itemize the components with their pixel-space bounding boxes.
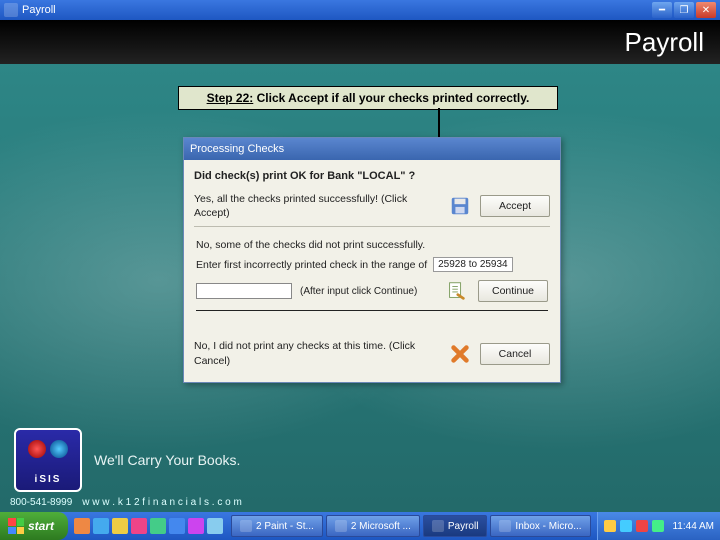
ql-icon[interactable] bbox=[74, 518, 90, 534]
close-button[interactable]: ✕ bbox=[696, 2, 716, 18]
taskbar-clock: 11:44 AM bbox=[672, 521, 714, 532]
after-input-text: (After input click Continue) bbox=[300, 286, 417, 297]
check-number-input[interactable] bbox=[196, 283, 292, 299]
tray-icon[interactable] bbox=[652, 520, 664, 532]
cancel-button[interactable]: Cancel bbox=[480, 343, 550, 365]
taskbar-task[interactable]: 2 Microsoft ... bbox=[326, 515, 420, 537]
taskbar-task[interactable]: Inbox - Micro... bbox=[490, 515, 590, 537]
divider bbox=[194, 226, 550, 227]
taskbar-task[interactable]: 2 Paint - St... bbox=[231, 515, 323, 537]
processing-checks-dialog: Processing Checks Did check(s) print OK … bbox=[183, 137, 561, 383]
taskbar-tasks: 2 Paint - St... 2 Microsoft ... Payroll … bbox=[231, 515, 597, 537]
no-none-text: No, I did not print any checks at this t… bbox=[194, 339, 440, 367]
ql-icon[interactable] bbox=[93, 518, 109, 534]
ql-icon[interactable] bbox=[207, 518, 223, 534]
isis-logo: iSIS bbox=[14, 428, 82, 492]
windows-logo-icon bbox=[8, 518, 24, 534]
quick-launch bbox=[74, 518, 223, 534]
tray-icon[interactable] bbox=[636, 520, 648, 532]
start-button[interactable]: start bbox=[0, 512, 68, 540]
no-some-text: No, some of the checks did not print suc… bbox=[196, 239, 548, 251]
enter-range-text: Enter first incorrectly printed check in… bbox=[196, 259, 427, 271]
dialog-title: Processing Checks bbox=[190, 143, 284, 155]
continue-button[interactable]: Continue bbox=[478, 280, 548, 302]
header-title: Payroll bbox=[625, 27, 704, 58]
check-range: 25928 to 25934 bbox=[433, 257, 513, 272]
cancel-x-icon bbox=[446, 341, 474, 367]
maximize-button[interactable]: ❐ bbox=[674, 2, 694, 18]
ql-icon[interactable] bbox=[112, 518, 128, 534]
step-text: Click Accept if all your checks printed … bbox=[253, 91, 529, 105]
ql-icon[interactable] bbox=[188, 518, 204, 534]
app-title: Payroll bbox=[22, 4, 56, 16]
contact-row: 800-541-8999 w w w . k 1 2 f i n a n c i… bbox=[10, 497, 242, 508]
app-titlebar: Payroll ━ ❐ ✕ bbox=[0, 0, 720, 20]
save-icon bbox=[446, 193, 474, 219]
ql-icon[interactable] bbox=[169, 518, 185, 534]
header-strip: Payroll bbox=[0, 20, 720, 64]
app-icon bbox=[4, 3, 18, 17]
dialog-question: Did check(s) print OK for Bank "LOCAL" ? bbox=[194, 170, 550, 182]
taskbar-task-active[interactable]: Payroll bbox=[423, 515, 488, 537]
tray-icon[interactable] bbox=[620, 520, 632, 532]
step-label: Step 22: bbox=[207, 91, 254, 105]
accept-button[interactable]: Accept bbox=[480, 195, 550, 217]
system-tray: 11:44 AM bbox=[597, 512, 720, 540]
dialog-titlebar: Processing Checks bbox=[184, 138, 560, 160]
document-icon bbox=[442, 278, 470, 304]
website-url: w w w . k 1 2 f i n a n c i a l s . c o … bbox=[82, 497, 242, 508]
ql-icon[interactable] bbox=[150, 518, 166, 534]
tagline: We'll Carry Your Books. bbox=[94, 452, 240, 468]
taskbar: start 2 Paint - St... 2 Microsoft ... Pa… bbox=[0, 512, 720, 540]
instruction-callout: Step 22: Click Accept if all your checks… bbox=[178, 86, 558, 110]
tray-icon[interactable] bbox=[604, 520, 616, 532]
minimize-button[interactable]: ━ bbox=[652, 2, 672, 18]
ql-icon[interactable] bbox=[131, 518, 147, 534]
branding-block: iSIS We'll Carry Your Books. bbox=[14, 428, 240, 492]
yes-option-text: Yes, all the checks printed successfully… bbox=[194, 192, 440, 220]
phone-number: 800-541-8999 bbox=[10, 497, 72, 508]
